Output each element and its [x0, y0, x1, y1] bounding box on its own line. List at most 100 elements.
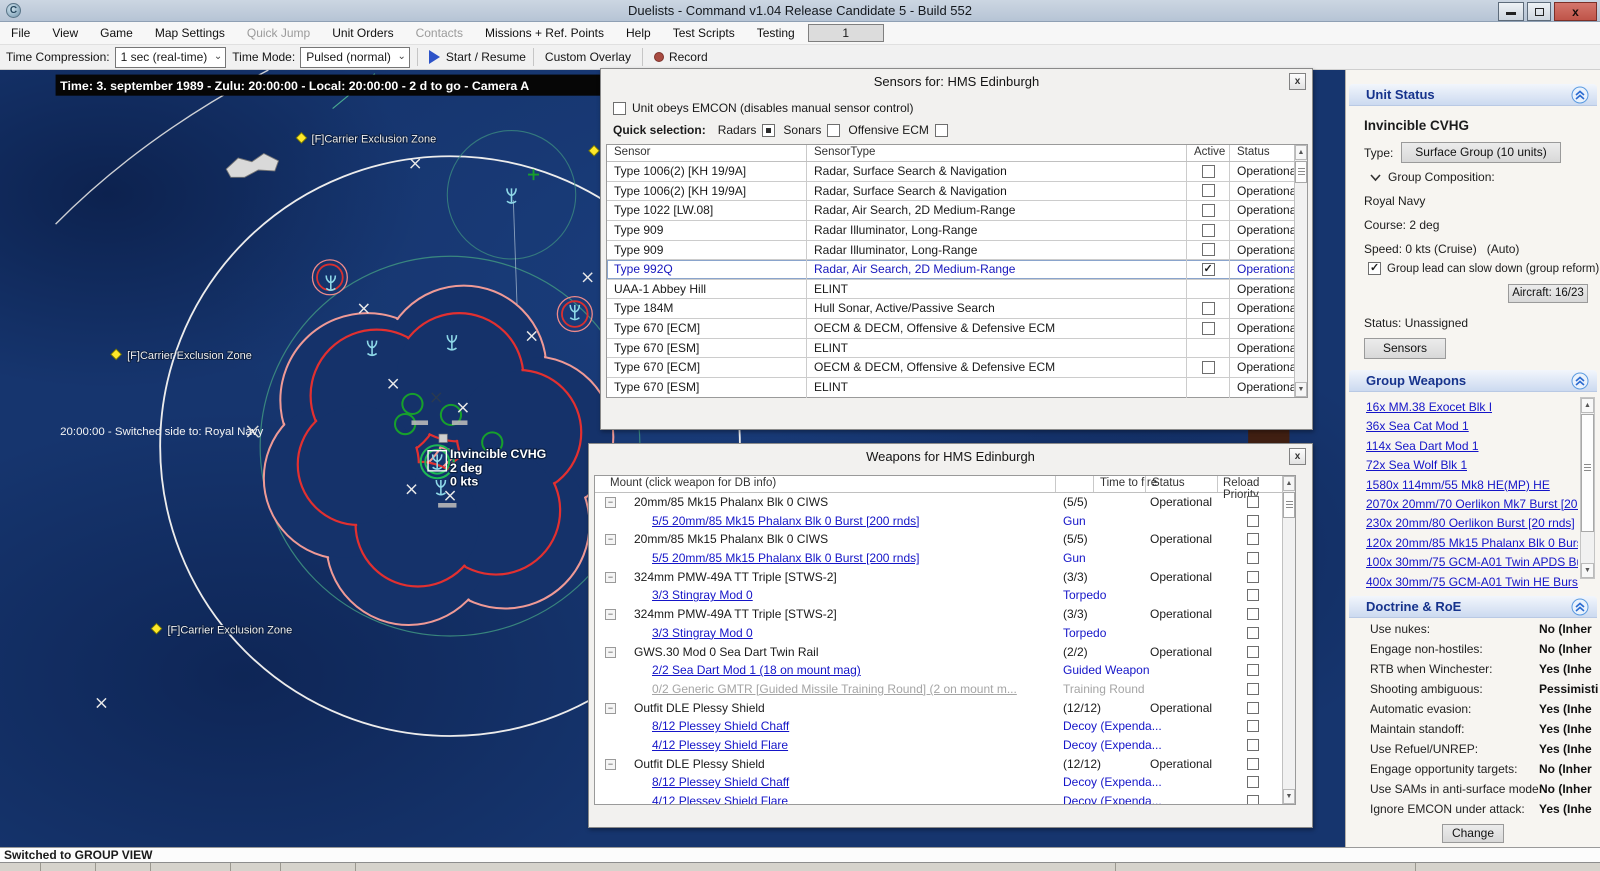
weapon-row[interactable]: 3/3 Stingray Mod 0Torpedo	[595, 586, 1282, 605]
mount-name[interactable]: 324mm PMW-49A TT Triple [STWS-2]	[634, 570, 837, 584]
sensor-row[interactable]: Type 670 [ECM]OECM & DECM, Offensive & D…	[607, 358, 1307, 378]
minimize-button[interactable]	[1498, 2, 1524, 21]
weapon-link[interactable]: 4/12 Plessey Shield Flare	[652, 794, 788, 804]
collapse-icon[interactable]: −	[605, 572, 616, 583]
group-weapon-link[interactable]: 2070x 20mm/70 Oerlikon Mk7 Burst [20 ...	[1366, 497, 1578, 511]
weapon-row[interactable]: −Outfit DLE Plessy Shield(12/12)Operatio…	[595, 755, 1282, 774]
collapse-icon[interactable]: −	[605, 759, 616, 770]
custom-overlay-button[interactable]: Custom Overlay	[541, 50, 635, 64]
quick-option-checkbox[interactable]	[762, 124, 775, 137]
scroll-up-icon[interactable]: ▲	[1283, 476, 1295, 491]
reload-priority-checkbox[interactable]	[1247, 552, 1259, 564]
weapon-row[interactable]: 3/3 Stingray Mod 0Torpedo	[595, 624, 1282, 643]
weapon-row[interactable]: −Outfit DLE Plessy Shield(12/12)Operatio…	[595, 699, 1282, 718]
collapse-icon[interactable]: −	[605, 609, 616, 620]
weapon-row[interactable]: 5/5 20mm/85 Mk15 Phalanx Blk 0 Burst [20…	[595, 549, 1282, 568]
menu-testing[interactable]: Testing	[746, 22, 806, 44]
active-checkbox[interactable]	[1202, 263, 1215, 276]
collapse-chevron-icon[interactable]	[1571, 598, 1589, 616]
weapon-row[interactable]: 4/12 Plessey Shield FlareDecoy (Expenda.…	[595, 736, 1282, 755]
change-button[interactable]: Change	[1442, 824, 1504, 843]
group-weapon-link[interactable]: 230x 20mm/80 Oerlikon Burst [20 rnds]	[1366, 516, 1575, 530]
group-lead-checkbox[interactable]	[1368, 262, 1381, 275]
emcon-checkbox[interactable]	[613, 102, 626, 115]
scroll-down-icon[interactable]: ▼	[1581, 563, 1594, 578]
scroll-up-icon[interactable]: ▲	[1295, 145, 1307, 160]
sensor-row[interactable]: Type 1006(2) [KH 19/9A]Radar, Surface Se…	[607, 182, 1307, 202]
start-resume-button[interactable]: Start / Resume	[425, 50, 526, 64]
collapse-chevron-icon[interactable]	[1571, 372, 1589, 390]
ship-icon[interactable]	[507, 188, 516, 203]
menu-file[interactable]: File	[0, 22, 41, 44]
weapon-row[interactable]: 8/12 Plessey Shield ChaffDecoy (Expenda.…	[595, 717, 1282, 736]
record-button[interactable]: Record	[650, 50, 708, 64]
weapon-row[interactable]: −324mm PMW-49A TT Triple [STWS-2](3/3)Op…	[595, 568, 1282, 587]
ship-icon[interactable]	[326, 275, 335, 290]
scrollbar-thumb[interactable]	[1283, 492, 1295, 518]
weapon-row[interactable]: 0/2 Generic GMTR [Guided Missile Trainin…	[595, 680, 1282, 699]
menu-quick-jump[interactable]: Quick Jump	[236, 22, 321, 44]
reload-priority-checkbox[interactable]	[1247, 646, 1259, 658]
sensor-row[interactable]: Type 670 [ECM]OECM & DECM, Offensive & D…	[607, 319, 1307, 339]
mount-name[interactable]: Outfit DLE Plessy Shield	[634, 757, 765, 771]
menu-test-scripts[interactable]: Test Scripts	[662, 22, 746, 44]
mount-name[interactable]: 20mm/85 Mk15 Phalanx Blk 0 CIWS	[634, 495, 828, 509]
mount-name[interactable]: GWS.30 Mod 0 Sea Dart Twin Rail	[634, 645, 819, 659]
reload-priority-checkbox[interactable]	[1247, 702, 1259, 714]
quick-option-checkbox[interactable]	[935, 124, 948, 137]
reload-priority-checkbox[interactable]	[1247, 571, 1259, 583]
group-weapon-link[interactable]: 400x 30mm/75 GCM-A01 Twin HE Burst ...	[1366, 575, 1578, 589]
active-checkbox[interactable]	[1202, 243, 1215, 256]
group-weapons-header[interactable]: Group Weapons	[1349, 370, 1597, 392]
testing-value-box[interactable]: 1	[808, 24, 884, 42]
restore-button[interactable]	[1527, 2, 1551, 21]
menu-view[interactable]: View	[41, 22, 89, 44]
sensor-row[interactable]: UAA-1 Abbey HillELINTOperational	[607, 280, 1307, 300]
reload-priority-checkbox[interactable]	[1247, 627, 1259, 639]
weapon-row[interactable]: −324mm PMW-49A TT Triple [STWS-2](3/3)Op…	[595, 605, 1282, 624]
weapon-link[interactable]: 5/5 20mm/85 Mk15 Phalanx Blk 0 Burst [20…	[652, 514, 919, 528]
weapon-link[interactable]: 3/3 Stingray Mod 0	[652, 588, 753, 602]
sensor-row[interactable]: Type 909Radar Illuminator, Long-RangeOpe…	[607, 241, 1307, 261]
group-weapon-link[interactable]: 72x Sea Wolf Blk 1	[1366, 458, 1467, 472]
scroll-down-icon[interactable]: ▼	[1295, 382, 1307, 397]
active-checkbox[interactable]	[1202, 322, 1215, 335]
active-checkbox[interactable]	[1202, 184, 1215, 197]
weapon-link[interactable]: 8/12 Plessey Shield Chaff	[652, 719, 789, 733]
weapon-row[interactable]: −GWS.30 Mod 0 Sea Dart Twin Rail(2/2)Ope…	[595, 643, 1282, 662]
sensors-dialog-title[interactable]: Sensors for: HMS Edinburgh	[601, 69, 1312, 93]
scrollbar-thumb[interactable]	[1295, 161, 1307, 183]
menu-contacts[interactable]: Contacts	[405, 22, 474, 44]
ship-icon[interactable]	[570, 305, 579, 320]
collapse-icon[interactable]: −	[605, 497, 616, 508]
reload-priority-checkbox[interactable]	[1247, 720, 1259, 732]
weapons-scrollbar[interactable]: ▲ ▼	[1282, 476, 1295, 804]
mount-name[interactable]: 20mm/85 Mk15 Phalanx Blk 0 CIWS	[634, 532, 828, 546]
menu-map-settings[interactable]: Map Settings	[144, 22, 236, 44]
reload-priority-checkbox[interactable]	[1247, 776, 1259, 788]
sensor-row[interactable]: Type 1006(2) [KH 19/9A]Radar, Surface Se…	[607, 162, 1307, 182]
weapon-link[interactable]: 4/12 Plessey Shield Flare	[652, 738, 788, 752]
weapon-link[interactable]: 3/3 Stingray Mod 0	[652, 626, 753, 640]
sensor-row[interactable]: Type 670 [ESM]ELINTOperational	[607, 339, 1307, 359]
scroll-down-icon[interactable]: ▼	[1283, 789, 1295, 804]
quick-option-checkbox[interactable]	[827, 124, 840, 137]
sensor-row[interactable]: Type 670 [ESM]ELINTOperational	[607, 378, 1307, 398]
reload-priority-checkbox[interactable]	[1247, 739, 1259, 751]
unit-status-header[interactable]: Unit Status	[1349, 84, 1597, 106]
scrollbar-thumb[interactable]	[1581, 414, 1594, 532]
weapon-row[interactable]: −20mm/85 Mk15 Phalanx Blk 0 CIWS(5/5)Ope…	[595, 493, 1282, 512]
sensors-button[interactable]: Sensors	[1364, 338, 1446, 359]
active-checkbox[interactable]	[1202, 165, 1215, 178]
collapse-icon[interactable]: −	[605, 534, 616, 545]
time-compression-select[interactable]: 1 sec (real-time)⌄	[115, 47, 227, 68]
reload-priority-checkbox[interactable]	[1247, 533, 1259, 545]
weapon-row[interactable]: −20mm/85 Mk15 Phalanx Blk 0 CIWS(5/5)Ope…	[595, 530, 1282, 549]
collapse-icon[interactable]: −	[605, 703, 616, 714]
group-weapon-link[interactable]: 16x MM.38 Exocet Blk I	[1366, 400, 1492, 414]
reload-priority-checkbox[interactable]	[1247, 758, 1259, 770]
reload-priority-checkbox[interactable]	[1247, 496, 1259, 508]
close-icon[interactable]: x	[1289, 73, 1306, 90]
weapon-row[interactable]: 4/12 Plessey Shield FlareDecoy (Expenda.…	[595, 792, 1282, 804]
menu-game[interactable]: Game	[89, 22, 144, 44]
